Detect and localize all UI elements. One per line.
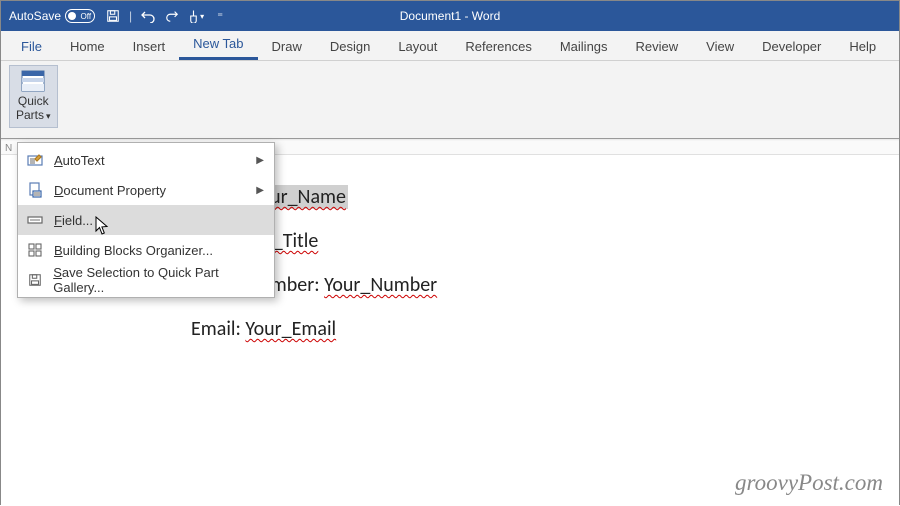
tab-help[interactable]: Help (835, 33, 890, 60)
field-label: Email: (191, 317, 245, 341)
menu-label: Building Blocks Organizer... (54, 243, 213, 258)
tab-view[interactable]: View (692, 33, 748, 60)
separator: | (129, 9, 132, 23)
quick-parts-label-1: Quick (18, 94, 49, 108)
tab-references[interactable]: References (451, 33, 545, 60)
submenu-arrow-icon: ▶ (256, 155, 264, 166)
title-bar: AutoSave Off | ▾ ⁼ Document1 - Word (1, 1, 899, 31)
menu-document-property[interactable]: Document Property ▶ (18, 175, 274, 205)
touch-mode-icon[interactable]: ▾ (188, 8, 204, 24)
menu-autotext[interactable]: AutoText ▶ (18, 145, 274, 175)
quick-parts-icon (21, 70, 45, 92)
field-value[interactable]: Your_Email (245, 317, 336, 341)
tab-design[interactable]: Design (316, 33, 384, 60)
tab-new-tab[interactable]: New Tab (179, 30, 257, 60)
redo-icon[interactable] (164, 8, 180, 24)
submenu-arrow-icon: ▶ (256, 185, 264, 196)
doc-line-email[interactable]: Email: Your_Email (191, 317, 899, 341)
menu-save-selection[interactable]: Save Selection to Quick Part Gallery... (18, 265, 274, 295)
document-title: Document1 - Word (400, 9, 500, 23)
quick-parts-button[interactable]: Quick Parts▾ (9, 65, 58, 128)
building-blocks-icon (26, 241, 44, 259)
ribbon-content: Quick Parts▾ (1, 61, 899, 139)
menu-field[interactable]: Field... (18, 205, 274, 235)
autotext-icon (26, 151, 44, 169)
menu-label: AutoText (54, 153, 105, 168)
tab-review[interactable]: Review (622, 33, 693, 60)
doc-line-title[interactable]: Title: Your_Title (191, 229, 899, 253)
undo-icon[interactable] (140, 8, 156, 24)
save-icon (26, 271, 43, 289)
tab-file[interactable]: File (7, 33, 56, 60)
autosave-toggle[interactable]: AutoSave Off (9, 9, 95, 23)
field-value[interactable]: Your_Number (324, 273, 437, 297)
menu-label: Save Selection to Quick Part Gallery... (53, 265, 264, 295)
quick-access-toolbar: | ▾ ⁼ (105, 8, 228, 24)
ribbon-tabs: File Home Insert New Tab Draw Design Lay… (1, 31, 899, 61)
quick-parts-label-2: Parts▾ (16, 108, 51, 122)
tab-home[interactable]: Home (56, 33, 119, 60)
doc-line-phone[interactable]: Phone Number: Your_Number (191, 273, 899, 297)
field-icon (26, 211, 44, 229)
chevron-down-icon: ▾ (46, 111, 51, 121)
doc-line-name[interactable]: Name: Your_Name (191, 185, 899, 209)
ruler-mark: N (1, 143, 12, 154)
document-property-icon (26, 181, 44, 199)
tab-developer[interactable]: Developer (748, 33, 835, 60)
quick-parts-menu: AutoText ▶ Document Property ▶ Field... … (17, 142, 275, 298)
menu-building-blocks-organizer[interactable]: Building Blocks Organizer... (18, 235, 274, 265)
tab-layout[interactable]: Layout (384, 33, 451, 60)
menu-label: Document Property (54, 183, 166, 198)
watermark: groovyPost.com (735, 470, 883, 496)
tab-insert[interactable]: Insert (119, 33, 180, 60)
tab-mailings[interactable]: Mailings (546, 33, 622, 60)
customize-qat-icon[interactable]: ⁼ (212, 8, 228, 24)
save-icon[interactable] (105, 8, 121, 24)
toggle-off-icon[interactable]: Off (65, 9, 95, 23)
tab-draw[interactable]: Draw (258, 33, 316, 60)
menu-label: Field... (54, 213, 93, 228)
autosave-label: AutoSave (9, 9, 61, 23)
